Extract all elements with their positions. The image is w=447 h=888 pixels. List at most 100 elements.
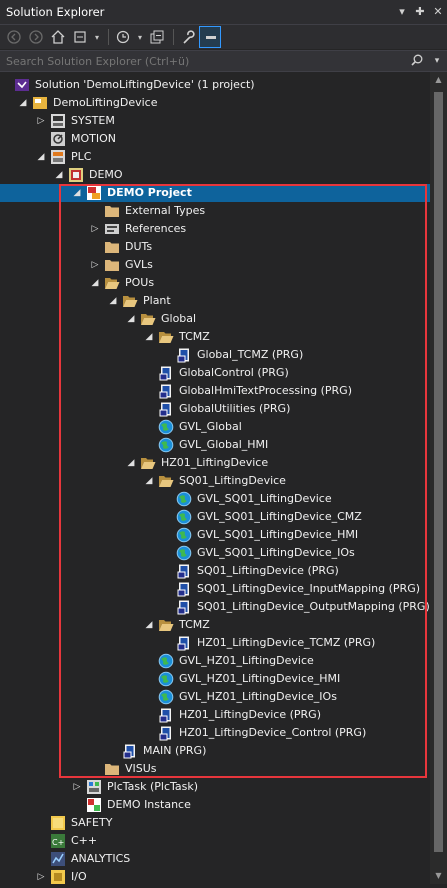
tree-item-label: GVL_SQ01_LiftingDevice_IOs [197,546,355,559]
tree-item[interactable]: ◢ POUs [0,274,430,292]
expand-arrow-icon[interactable]: ▷ [35,868,47,886]
project-icon [32,95,48,111]
tree-item[interactable]: SAFETY [0,814,430,832]
tree-item[interactable]: GVL_Global_HMI [0,436,430,454]
tree-item[interactable]: SQ01_LiftingDevice (PRG) [0,562,430,580]
tree-item[interactable]: HZ01_LiftingDevice_Control (PRG) [0,724,430,742]
tree-item[interactable]: GlobalUtilities (PRG) [0,400,430,418]
open-folder-icon [158,473,174,489]
scrollbar-thumb[interactable] [434,92,443,852]
plc-project-icon [68,167,84,183]
history-dropdown-icon[interactable]: ▾ [135,27,145,47]
tree-item[interactable]: ◢ DEMO Project [0,184,430,202]
program-icon [158,401,174,417]
tree-item[interactable]: C+ C++ [0,832,430,850]
tree-item[interactable]: External Types [0,202,430,220]
tree-item[interactable]: ▷ References [0,220,430,238]
tree-item[interactable]: SQ01_LiftingDevice_OutputMapping (PRG) [0,598,430,616]
program-icon [176,347,192,363]
forward-icon[interactable] [26,27,46,47]
tree-item-label: DemoLiftingDevice [53,96,158,109]
collapse-arrow-icon[interactable]: ◢ [143,328,155,346]
tree-item[interactable]: ▷ GVLs [0,256,430,274]
tree-item[interactable]: GlobalHmiTextProcessing (PRG) [0,382,430,400]
collapse-arrow-icon[interactable]: ◢ [143,472,155,490]
collapse-arrow-icon[interactable]: ◢ [107,292,119,310]
expand-arrow-icon[interactable]: ▷ [71,778,83,796]
collapse-arrow-icon[interactable]: ◢ [35,148,47,166]
tree-item[interactable]: GVL_SQ01_LiftingDevice_CMZ [0,508,430,526]
tree-item[interactable]: ◢ DemoLiftingDevice [0,94,430,112]
tree-item[interactable]: Global_TCMZ (PRG) [0,346,430,364]
program-icon [158,725,174,741]
sync-dropdown-icon[interactable]: ▾ [92,27,102,47]
tree-item[interactable]: ◢ SQ01_LiftingDevice [0,472,430,490]
expand-arrow-icon[interactable]: ▷ [35,112,47,130]
tree-item[interactable]: HZ01_LiftingDevice (PRG) [0,706,430,724]
tree-item-label: Solution 'DemoLiftingDevice' (1 project) [35,78,255,91]
tree-item[interactable]: ◢ TCMZ [0,328,430,346]
tree-item[interactable]: ▷ I/O [0,868,430,886]
tree-item[interactable]: ◢ DEMO [0,166,430,184]
tree-item[interactable]: VISUs [0,760,430,778]
collapse-arrow-icon[interactable]: ◢ [125,310,137,328]
tree-item[interactable]: GVL_HZ01_LiftingDevice_HMI [0,670,430,688]
tree-item-label: TCMZ [179,330,210,343]
tree-item[interactable]: ◢ Global [0,310,430,328]
collapse-arrow-icon[interactable]: ◢ [53,166,65,184]
tree-item[interactable]: GVL_HZ01_LiftingDevice [0,652,430,670]
global-variable-list-icon [158,419,174,435]
tree-item[interactable]: MOTION [0,130,430,148]
tree-item[interactable]: ◢ TCMZ [0,616,430,634]
tree-item-label: GVL_SQ01_LiftingDevice [197,492,332,505]
tree-item[interactable]: ANALYTICS [0,850,430,868]
tree-item[interactable]: ◢ HZ01_LiftingDevice [0,454,430,472]
collapse-arrow-icon[interactable]: ◢ [89,274,101,292]
global-variable-list-icon [176,545,192,561]
program-icon [122,743,138,759]
tree-item[interactable]: ◢ Plant [0,292,430,310]
tree-item[interactable]: ▷ PlcTask (PlcTask) [0,778,430,796]
search-input[interactable] [0,53,407,69]
properties-icon[interactable] [178,27,198,47]
tree-item[interactable]: GVL_Global [0,418,430,436]
sync-icon[interactable] [70,27,90,47]
tree-item[interactable]: ▷ SYSTEM [0,112,430,130]
dropdown-icon[interactable]: ▾ [393,3,411,21]
close-icon[interactable]: ✕ [429,3,447,21]
expand-arrow-icon[interactable]: ▷ [89,220,101,238]
tree-item[interactable]: DUTs [0,238,430,256]
tree-item[interactable]: MAIN (PRG) [0,742,430,760]
expand-arrow-icon[interactable]: ▷ [89,256,101,274]
tree-item[interactable]: ◢ PLC [0,148,430,166]
tree-item[interactable]: HZ01_LiftingDevice_TCMZ (PRG) [0,634,430,652]
tree-item[interactable]: GVL_SQ01_LiftingDevice [0,490,430,508]
tree-item-label: References [125,222,187,235]
collapse-arrow-icon[interactable]: ◢ [143,616,155,634]
collapse-arrow-icon[interactable]: ◢ [125,454,137,472]
scroll-down-icon[interactable]: ▼ [430,868,447,884]
tree-item[interactable]: DEMO Instance [0,796,430,814]
tree-item[interactable]: SQ01_LiftingDevice_InputMapping (PRG) [0,580,430,598]
preview-icon[interactable] [199,26,221,48]
home-icon[interactable] [48,27,68,47]
search-icon[interactable] [407,54,427,69]
tree-item-label: Plant [143,294,171,307]
pin-icon[interactable]: ✚ [411,3,429,21]
tree-item[interactable]: GVL_HZ01_LiftingDevice_IOs [0,688,430,706]
tree-item[interactable]: GlobalControl (PRG) [0,364,430,382]
collapse-arrow-icon[interactable]: ◢ [17,94,29,112]
search-bar: ▾ [0,50,447,72]
back-icon[interactable] [4,27,24,47]
tree-item[interactable]: GVL_SQ01_LiftingDevice_HMI [0,526,430,544]
collapse-arrow-icon[interactable]: ◢ [71,184,83,202]
tree-item[interactable]: GVL_SQ01_LiftingDevice_IOs [0,544,430,562]
toolbar: ▾ ▾ [0,25,447,49]
search-options-icon[interactable]: ▾ [427,56,447,66]
scroll-up-icon[interactable]: ▲ [430,72,447,88]
tree-item[interactable]: Solution 'DemoLiftingDevice' (1 project) [0,76,430,94]
collapse-icon[interactable] [147,27,167,47]
tree-item-label: GlobalHmiTextProcessing (PRG) [179,384,352,397]
history-icon[interactable] [113,27,133,47]
vertical-scrollbar[interactable]: ▲ ▼ [430,72,447,884]
